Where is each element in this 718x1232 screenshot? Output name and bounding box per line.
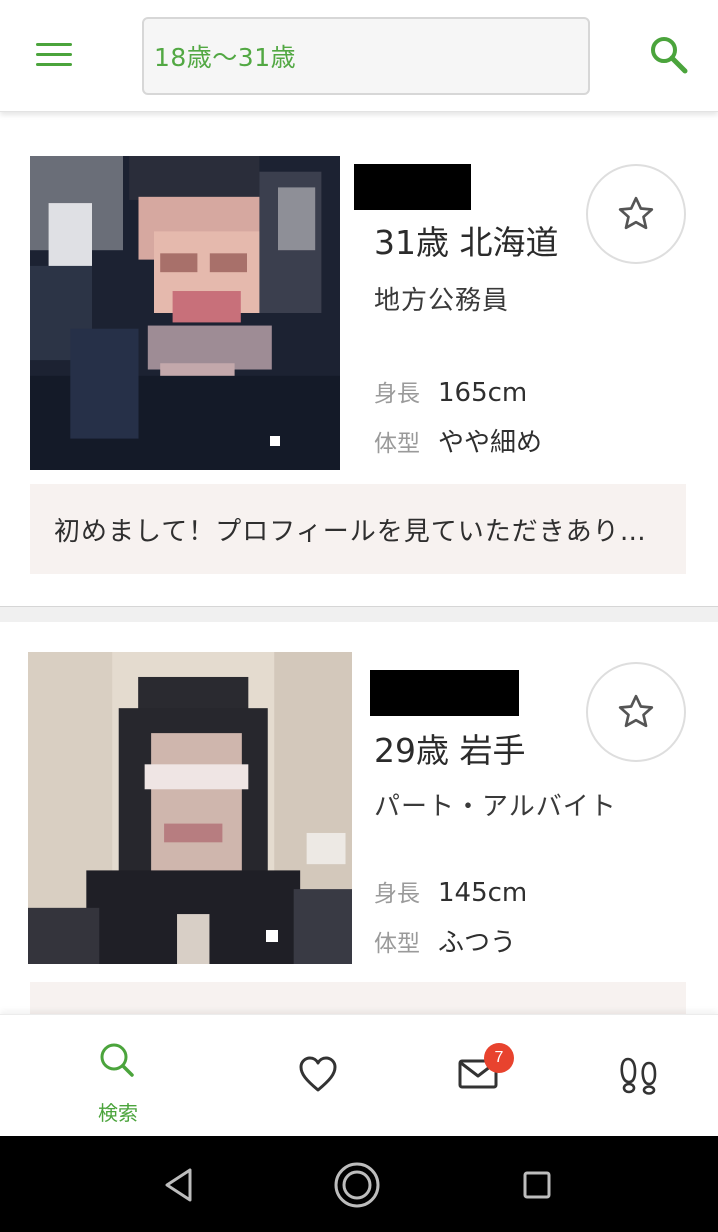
occupation: パート・アルバイト <box>374 792 617 822</box>
android-navigation-bar <box>0 1136 718 1232</box>
body-type-label: 体型 <box>374 931 420 957</box>
message-text: 初めまして！プロフィールを見ていただきあり… <box>54 516 647 547</box>
nav-search[interactable]: 検索 <box>58 1015 178 1137</box>
body-type-row: 体型 やや細め <box>374 422 542 459</box>
body-type-label: 体型 <box>374 431 420 457</box>
name-redaction <box>354 164 471 210</box>
back-icon[interactable] <box>155 1160 205 1210</box>
star-icon <box>618 196 654 230</box>
favorite-star-button[interactable] <box>586 164 686 264</box>
body-type-value: やや細め <box>438 428 543 458</box>
favorite-star-button[interactable] <box>586 662 686 762</box>
search-filter-input[interactable]: 18歳〜31歳 <box>142 17 590 95</box>
message-count-badge: 7 <box>484 1043 514 1073</box>
profile-list: 31歳 北海道 地方公務員 身長 165cm 体型 やや細め 初めまして！プロフィー… <box>0 112 718 1014</box>
search-icon[interactable] <box>648 34 690 76</box>
profile-photo[interactable] <box>30 156 340 470</box>
name-redaction <box>370 670 519 716</box>
home-icon[interactable] <box>332 1160 382 1210</box>
nav-search-label: 検索 <box>98 1101 138 1125</box>
hamburger-menu-icon[interactable] <box>34 40 74 70</box>
height-label: 身長 <box>374 381 420 407</box>
search-filter-text: 18歳〜31歳 <box>154 43 297 72</box>
profile-photo[interactable] <box>28 652 352 964</box>
profile-card[interactable]: 31歳 北海道 地方公務員 身長 165cm 体型 やや細め 初めまして！プロフィー… <box>0 112 718 606</box>
body-type-value: ふつう <box>438 928 517 958</box>
height-row: 身長 145cm <box>374 874 527 908</box>
star-icon <box>618 694 654 728</box>
height-value: 165cm <box>438 378 528 408</box>
recents-icon[interactable] <box>512 1160 562 1210</box>
profile-message <box>30 982 686 1014</box>
body-type-row: 体型 ふつう <box>374 922 516 959</box>
footprints-icon <box>620 1057 657 1095</box>
nav-likes[interactable] <box>258 1015 378 1137</box>
card-divider <box>0 606 718 622</box>
age-prefecture: 29歳 岩手 <box>374 731 526 770</box>
app-header: 18歳〜31歳 <box>0 0 718 112</box>
occupation: 地方公務員 <box>374 286 510 316</box>
search-icon <box>100 1043 134 1077</box>
nav-messages[interactable]: 7 <box>418 1015 538 1137</box>
profile-card[interactable]: 29歳 岩手 パート・アルバイト 身長 145cm 体型 ふつう <box>0 622 718 1014</box>
height-row: 身長 165cm <box>374 374 527 408</box>
heart-icon <box>299 1056 337 1092</box>
profile-message: 初めまして！プロフィールを見ていただきあり… <box>30 484 686 574</box>
nav-footprints[interactable] <box>578 1015 698 1137</box>
bottom-navigation: 検索 7 <box>0 1014 718 1136</box>
age-prefecture: 31歳 北海道 <box>374 223 559 262</box>
height-label: 身長 <box>374 881 420 907</box>
height-value: 145cm <box>438 878 528 908</box>
